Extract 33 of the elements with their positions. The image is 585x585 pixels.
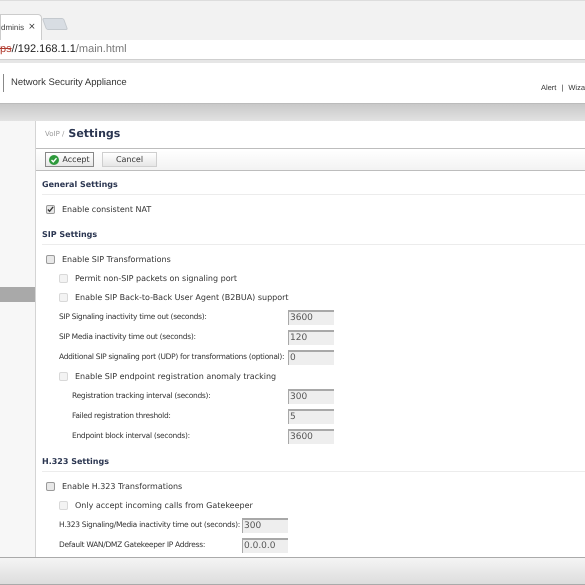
section-heading: H.323 Settings <box>42 456 109 468</box>
input-field[interactable]: 3600 <box>288 310 334 324</box>
checkbox[interactable] <box>46 205 55 214</box>
section-heading: General Settings <box>42 179 118 191</box>
browser-tab[interactable]: dminis × <box>0 14 42 40</box>
check-icon <box>47 206 54 213</box>
section-heading: SIP Settings <box>42 229 98 241</box>
tab-close-button[interactable]: × <box>28 20 36 34</box>
cancel-button[interactable]: Cancel <box>102 152 157 168</box>
sidebar-item[interactable] <box>0 287 35 302</box>
checkbox-label: Enable consistent NAT <box>62 204 152 216</box>
tab-title: dminis <box>1 22 24 34</box>
input-field[interactable]: 0 <box>288 350 334 364</box>
page-title: Settings <box>68 126 120 142</box>
new-tab-button[interactable] <box>42 18 68 30</box>
url-path: /main.html <box>76 42 127 58</box>
checkmark-icon <box>49 154 60 165</box>
product-title: Network Security Appliance <box>11 76 127 90</box>
header-divider <box>3 74 4 92</box>
checkbox-label: Enable H.323 Transformations <box>62 480 182 492</box>
input-field[interactable]: 120 <box>288 330 334 344</box>
url-host: //192.168.1.1 <box>12 42 76 58</box>
url-scheme: ps <box>0 42 12 58</box>
checkbox-label: Enable SIP Back-to-Back User Agent (B2BUA) support <box>75 292 289 304</box>
checkbox[interactable] <box>46 482 55 491</box>
checkbox[interactable] <box>46 255 55 264</box>
accept-button[interactable]: Accept <box>45 152 94 168</box>
input-field[interactable]: 0.0.0.0 <box>242 538 288 552</box>
checkbox-label: Enable SIP endpoint registration anomaly tracking <box>75 370 276 382</box>
checkbox-label: Enable SIP Transformations <box>62 254 171 266</box>
checkbox-label: Only accept incoming calls from Gatekeeper <box>75 500 253 512</box>
input-field[interactable]: 300 <box>242 518 288 532</box>
checkbox-label: Permit non-SIP packets on signaling port <box>75 272 238 284</box>
